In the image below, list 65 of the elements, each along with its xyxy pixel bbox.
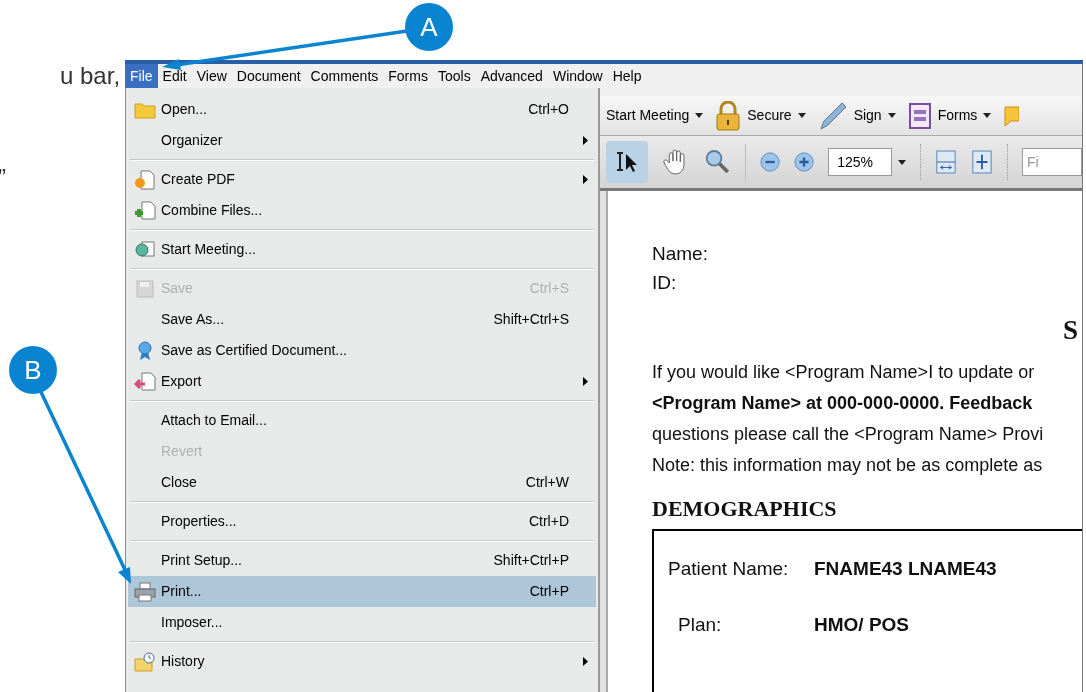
menu-item[interactable]: Start Meeting... xyxy=(128,234,596,265)
toolbar-button[interactable]: Forms xyxy=(907,101,992,130)
body-text: u bar, xyxy=(60,62,121,89)
section-heading: DEMOGRAPHICS xyxy=(652,495,837,523)
menu-item[interactable]: Edit xyxy=(157,64,192,88)
folder-icon xyxy=(134,100,156,119)
paragraph-line: Note: this information may not be as complete as xyxy=(652,454,1043,477)
field-value: FNAME43 LNAME43 xyxy=(814,556,997,581)
fit-width-icon[interactable] xyxy=(935,148,958,176)
toolbar-button[interactable]: Secure xyxy=(715,100,806,131)
printer-icon xyxy=(134,581,156,602)
menu-item[interactable]: Help xyxy=(607,64,647,88)
menu-item[interactable]: Attach to Email... xyxy=(128,405,596,436)
menu-item[interactable]: View xyxy=(191,64,232,88)
fit-page-icon[interactable] xyxy=(971,148,994,176)
caret-icon xyxy=(797,113,806,118)
menu-item[interactable]: Properties... Ctrl+D xyxy=(128,506,596,537)
menu-item[interactable]: Tools xyxy=(432,64,476,88)
menu-item[interactable]: Comments xyxy=(305,64,384,88)
menu-item[interactable]: Export xyxy=(128,366,596,397)
menu-item[interactable]: Document xyxy=(231,64,306,88)
menu-item[interactable]: Save as Certified Document... xyxy=(128,335,596,366)
paragraph-line: If you would like <Program Name>I to update or xyxy=(652,361,1035,384)
document-arrow-icon xyxy=(134,371,156,392)
menu-item[interactable]: Window xyxy=(547,64,608,88)
zoom-in-icon[interactable] xyxy=(794,151,815,173)
caret-icon xyxy=(695,113,704,118)
menu-item[interactable]: File xyxy=(125,64,158,88)
documents-plus-icon xyxy=(134,200,156,221)
field-label: Plan: xyxy=(678,613,722,635)
select-tool-button[interactable] xyxy=(606,141,649,183)
toolbar-button[interactable]: Sign xyxy=(817,100,896,131)
form-icon xyxy=(907,101,932,130)
menu-item[interactable]: Combine Files... xyxy=(128,195,596,226)
document-heading: S xyxy=(1062,315,1078,345)
menu-item[interactable]: History xyxy=(128,646,596,677)
menu-item[interactable]: Open... Ctrl+O xyxy=(128,94,596,125)
field-label: Patient Name: xyxy=(668,557,789,579)
callout-badge: B xyxy=(9,346,57,394)
caret-icon xyxy=(887,113,896,118)
find-field[interactable]: Fi xyxy=(1022,148,1082,176)
paragraph-line: questions please call the <Program Name> Provi xyxy=(652,423,1044,446)
zoom-field[interactable]: 125% xyxy=(828,148,893,176)
ribbon-icon xyxy=(135,340,155,361)
field-label: Name: xyxy=(652,242,708,266)
menu-item[interactable]: Imposer... xyxy=(128,607,596,638)
field-label: ID: xyxy=(652,271,677,295)
paragraph-line: <Program Name> at 000-000-0000. Feedback xyxy=(652,392,1033,415)
dropdown-caret-icon xyxy=(898,159,907,165)
menu-item[interactable]: Organizer xyxy=(128,125,596,156)
menu-item[interactable]: Save As... Shift+Ctrl+S xyxy=(128,304,596,335)
menu-item[interactable]: Advanced xyxy=(475,64,548,88)
caret-icon xyxy=(983,113,992,118)
menu-item[interactable]: Close Ctrl+W xyxy=(128,467,596,498)
menu-item[interactable]: Create PDF xyxy=(128,164,596,195)
menu-item[interactable]: Print... Ctrl+P xyxy=(128,576,596,607)
folder-clock-icon xyxy=(134,651,156,672)
zoom-out-icon[interactable] xyxy=(759,151,780,173)
menu-item[interactable]: Print Setup... Shift+Ctrl+P xyxy=(128,545,596,576)
toolbar-button[interactable]: Start Meeting xyxy=(606,105,704,126)
padlock-icon xyxy=(715,100,742,131)
field-value: HMO/ POS xyxy=(814,612,909,637)
pen-icon xyxy=(817,100,848,131)
menu-item[interactable]: Forms xyxy=(383,64,433,88)
callout-badge: A xyxy=(405,3,453,51)
